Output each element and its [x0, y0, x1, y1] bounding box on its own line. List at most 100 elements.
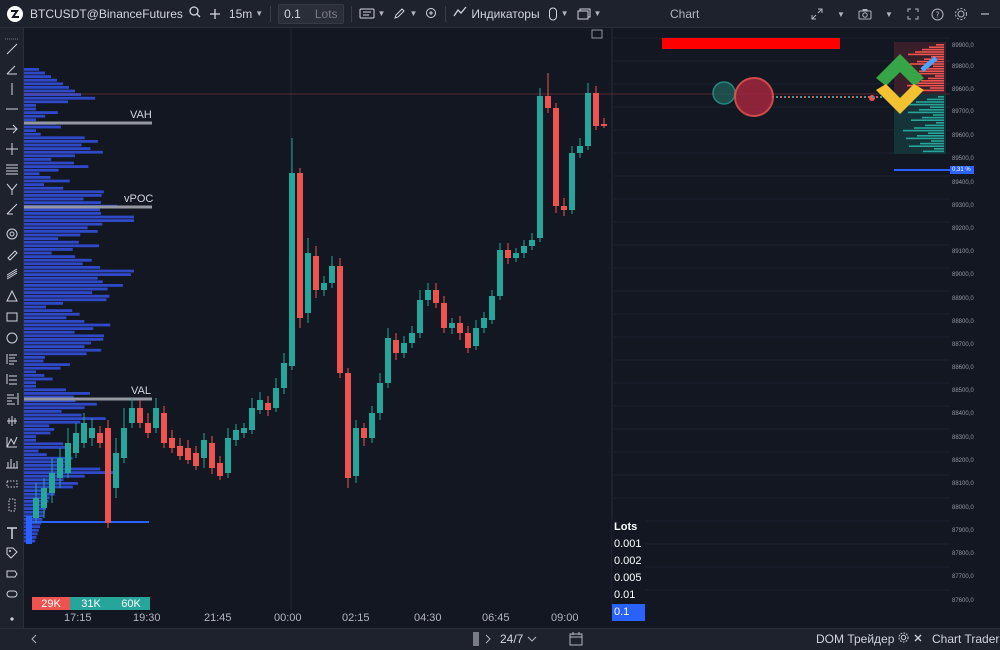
chevron-down-icon[interactable]: ▼: [878, 3, 900, 25]
volume-profile-bar: [24, 226, 88, 230]
help-icon[interactable]: ?: [926, 3, 948, 25]
candle-body: [305, 253, 311, 313]
interval-selector[interactable]: 15m ▼: [225, 0, 267, 28]
fib-extension-icon[interactable]: [2, 370, 22, 388]
time-label: 02:15: [342, 612, 370, 624]
circle-target-icon[interactable]: [2, 225, 22, 243]
scroll-right-icon[interactable]: [484, 634, 492, 644]
scrollbar-handle[interactable]: [472, 632, 480, 646]
trend-line-icon[interactable]: [2, 40, 22, 58]
volume-profile-bar: [24, 136, 85, 140]
chevron-down-icon: ▼: [377, 9, 386, 18]
candle-body: [209, 443, 215, 468]
pencil-icon[interactable]: ▼: [389, 0, 421, 28]
gear-icon[interactable]: [898, 632, 909, 646]
arrow-icon[interactable]: [2, 120, 22, 138]
dom-trader-tab[interactable]: DOM Трейдер: [816, 632, 923, 646]
close-icon[interactable]: [913, 632, 923, 646]
lots-option[interactable]: 0.001: [612, 536, 645, 553]
lots-option[interactable]: 0.01: [612, 587, 645, 604]
candle-body: [353, 428, 359, 476]
parallel-channel-icon[interactable]: [2, 160, 22, 178]
layout-icon[interactable]: ▼: [573, 0, 606, 28]
comment-icon[interactable]: [2, 585, 22, 603]
callout-icon[interactable]: [2, 565, 22, 583]
volume-profile-icon[interactable]: [2, 390, 22, 408]
dotted-rectangle-icon[interactable]: [2, 475, 22, 493]
trade-tape-dot: [816, 96, 818, 98]
camera-icon[interactable]: [854, 3, 876, 25]
candle-body: [505, 250, 511, 258]
ellipse-icon[interactable]: [2, 329, 22, 347]
volume-profile-bar: [24, 327, 94, 330]
trade-tape-dot: [788, 96, 790, 98]
compare-plus-icon[interactable]: [205, 0, 225, 28]
volume-profile-bar: [24, 161, 74, 165]
val-label: VAL: [131, 385, 151, 397]
indicators-icon: [453, 6, 467, 21]
minimize-icon[interactable]: [974, 3, 996, 25]
scroll-left-icon[interactable]: [30, 634, 38, 644]
text-tool-icon[interactable]: [2, 524, 22, 542]
price-chart[interactable]: [24, 28, 950, 610]
volume-profile-bar: [24, 96, 96, 100]
template-icon[interactable]: ▼: [544, 0, 573, 28]
volume-profile-bar: [24, 150, 103, 154]
price-label-icon[interactable]: [2, 544, 22, 562]
histogram-icon[interactable]: [2, 454, 22, 472]
indicators-button[interactable]: Индикаторы: [449, 0, 543, 28]
search-icon[interactable]: [189, 6, 201, 21]
volume-profile-bar: [24, 420, 81, 424]
dom-ask-bar: [914, 82, 944, 84]
zoom-icon[interactable]: [421, 0, 442, 28]
chart-trader-tab[interactable]: Chart Trader: [932, 632, 999, 646]
cross-line-icon[interactable]: [2, 140, 22, 158]
candle-body: [201, 440, 207, 458]
horizontal-line-icon[interactable]: [2, 100, 22, 118]
hide-drawings-icon[interactable]: [2, 610, 22, 628]
angle-line-icon[interactable]: [2, 60, 22, 78]
lots-option[interactable]: 0.005: [612, 570, 645, 587]
price-axis-label: 89500,0: [952, 156, 974, 162]
bar-pattern-icon[interactable]: [2, 433, 22, 451]
vah-label: VAH: [130, 109, 152, 121]
vertical-line-icon[interactable]: [2, 80, 22, 98]
symbol-selector[interactable]: BTCUSDT@BinanceFutures: [26, 0, 205, 28]
price-axis-label: 89400,0: [952, 180, 974, 186]
pitchfork-icon[interactable]: [2, 180, 22, 198]
candle-body: [41, 488, 47, 508]
price-axis[interactable]: 89900,0 89800,0 89600,0 89700,0 89600,0 89500…: [950, 28, 1000, 628]
dom-bid-bar: [919, 109, 944, 111]
volume-profile-bar: [24, 309, 73, 312]
chart-type-icon[interactable]: ▼: [355, 0, 390, 28]
lots-option[interactable]: 0.002: [612, 553, 645, 570]
ray-icon[interactable]: [2, 200, 22, 218]
volume-profile-bar: [24, 348, 102, 352]
lots-option-selected[interactable]: 0.1: [612, 604, 645, 621]
chevron-down-icon[interactable]: ▼: [830, 3, 852, 25]
maximize-icon[interactable]: [902, 3, 924, 25]
time-axis[interactable]: 17:15 19:30 21:45 00:00 02:15 04:30 06:4…: [24, 610, 611, 628]
volume-profile-bar: [24, 269, 134, 273]
candle-body: [481, 318, 487, 328]
fullscreen-icon[interactable]: [806, 3, 828, 25]
triangle-icon[interactable]: [2, 287, 22, 305]
lots-dropdown[interactable]: Lots 0.001 0.002 0.005 0.01 0.1: [612, 519, 645, 621]
candle-body: [393, 340, 399, 353]
rectangle-icon[interactable]: [2, 308, 22, 326]
time-label: 17:15: [64, 612, 92, 624]
fib-retracement-icon[interactable]: [2, 350, 22, 368]
candle-body: [57, 458, 63, 478]
settings-icon[interactable]: [950, 3, 972, 25]
quantity-selector[interactable]: 0.1 Lots: [274, 0, 347, 28]
dotted-column-icon[interactable]: [2, 496, 22, 514]
chart-logo-icon[interactable]: [4, 3, 26, 25]
calendar-icon[interactable]: [569, 632, 583, 646]
cluster-icon[interactable]: [2, 412, 22, 430]
quantity-input[interactable]: 0.1: [284, 7, 301, 21]
session-selector[interactable]: 24/7: [500, 632, 537, 646]
brush-icon[interactable]: [2, 245, 22, 263]
volume-profile-bar: [24, 453, 47, 456]
fib-lines-icon[interactable]: [2, 265, 22, 283]
volume-profile-bar: [24, 82, 63, 86]
